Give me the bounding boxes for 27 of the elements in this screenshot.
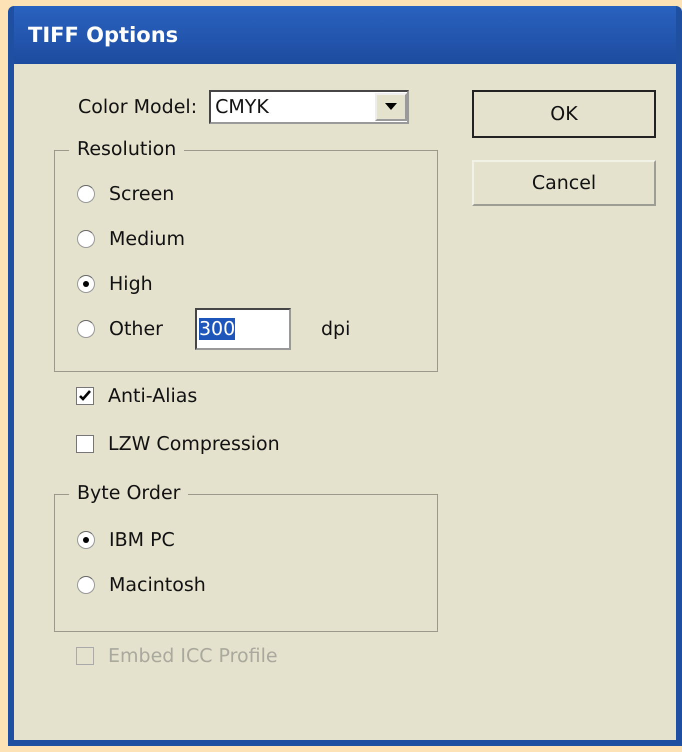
dropdown-button[interactable] bbox=[375, 93, 408, 121]
radio-button[interactable] bbox=[77, 274, 95, 292]
radio-button[interactable] bbox=[77, 230, 95, 248]
dialog-button[interactable]: OK bbox=[472, 90, 656, 138]
radio-button[interactable] bbox=[77, 320, 95, 338]
checkbox[interactable] bbox=[76, 435, 94, 453]
radio-button[interactable] bbox=[77, 576, 95, 594]
dialog-button[interactable]: Cancel bbox=[472, 160, 656, 206]
checkbox-label: Anti-Alias bbox=[108, 385, 198, 407]
option-label: Other bbox=[109, 318, 163, 340]
dpi-field[interactable]: 300 bbox=[194, 308, 291, 350]
group-title: Byte Order bbox=[69, 482, 188, 504]
color-model-dropdown[interactable]: CMYK bbox=[209, 90, 410, 124]
option-label: Medium bbox=[109, 228, 185, 250]
checkbox-label: LZW Compression bbox=[108, 433, 280, 455]
caret-icon bbox=[385, 103, 398, 111]
radio-button[interactable] bbox=[77, 530, 95, 548]
option-label: IBM PC bbox=[109, 528, 175, 550]
checkbox-label: Embed ICC Profile bbox=[108, 645, 278, 667]
option-label: Macintosh bbox=[109, 574, 206, 596]
radio-button[interactable] bbox=[77, 184, 95, 202]
window-title: TIFF Options bbox=[28, 23, 178, 47]
option-label: Screen bbox=[109, 182, 174, 204]
checkbox[interactable] bbox=[76, 387, 94, 405]
option-label: High bbox=[109, 272, 153, 294]
unit-label: dpi bbox=[320, 318, 350, 340]
color-model-label: Color Model: bbox=[78, 96, 198, 118]
